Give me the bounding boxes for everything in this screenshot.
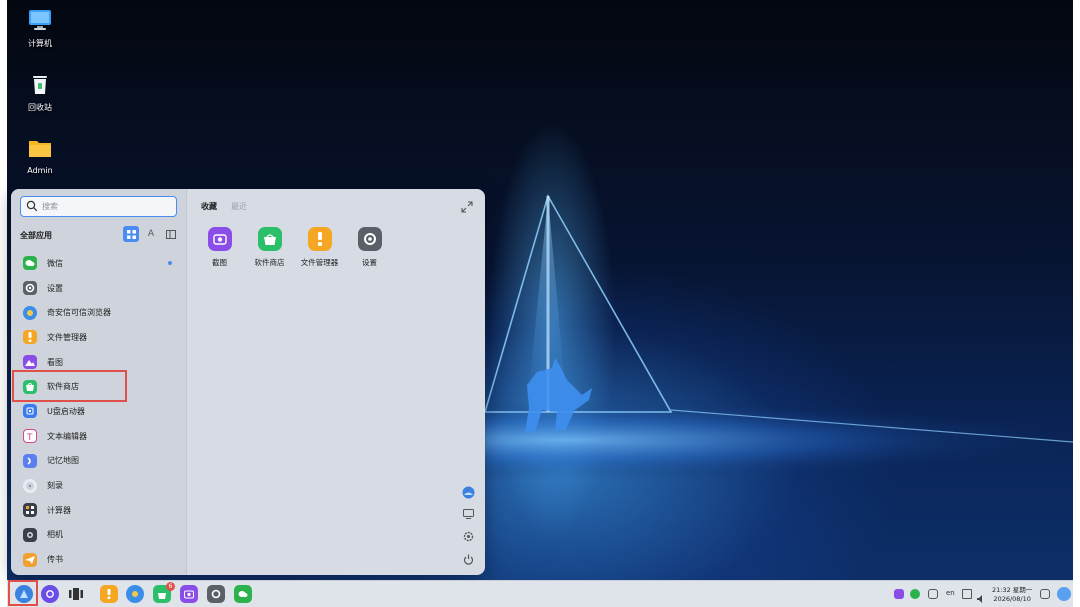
favorite-label: 截图 xyxy=(212,258,227,267)
software-store-icon xyxy=(257,227,282,251)
app-label: 文本编辑器 xyxy=(47,431,87,441)
notification-badge: 6 xyxy=(166,582,175,591)
camera-icon xyxy=(23,527,37,542)
tray-screenshot-icon[interactable] xyxy=(894,589,904,599)
taskbar: 6 en 21:32 星期一 2026/08/10 xyxy=(7,580,1073,607)
favorite-file-manager[interactable]: 文件管理器 xyxy=(301,227,338,268)
app-label: 奇安信可信浏览器 xyxy=(47,308,111,318)
usb-launcher-icon xyxy=(23,404,37,419)
app-item-usb-launcher[interactable]: U盘启动器 xyxy=(11,399,187,424)
text-editor-icon: T xyxy=(23,429,37,444)
tray-wechat-icon[interactable] xyxy=(910,589,920,599)
tray-clipboard-icon[interactable] xyxy=(928,589,938,599)
app-item-burner[interactable]: 刻录 xyxy=(11,473,187,498)
settings-icon[interactable] xyxy=(207,585,225,603)
search-input[interactable]: 搜索 xyxy=(20,196,177,217)
tab-favorites[interactable]: 收藏 xyxy=(201,201,217,212)
browser-icon xyxy=(23,305,37,320)
monitor-icon xyxy=(29,10,51,30)
all-apps-heading: 全部应用 xyxy=(20,231,52,240)
app-item-camera[interactable]: 相机 xyxy=(11,523,187,548)
desktop-icon-computer[interactable]: 计算机 xyxy=(10,8,70,49)
favorite-screenshot[interactable]: 截图 xyxy=(201,227,238,268)
favorites-grid: 截图 软件商店 文件管理器 设置 xyxy=(201,227,388,268)
tab-recent[interactable]: 最近 xyxy=(231,201,247,212)
file-manager-icon[interactable] xyxy=(100,585,118,603)
favorite-label: 文件管理器 xyxy=(300,258,339,267)
app-label: 文件管理器 xyxy=(47,332,87,342)
search-icon xyxy=(26,200,38,212)
app-list: 微信 设置 奇安信可信浏览器 文件管理器 看图 软件商店 U盘启动器 T 文本编… xyxy=(11,251,187,572)
software-store-icon[interactable]: 6 xyxy=(153,582,175,603)
app-label: 传书 xyxy=(47,555,63,565)
burner-icon xyxy=(23,478,37,493)
highlight-start-button xyxy=(8,580,38,606)
favorites-panel: 收藏 最近 截图 软件商店 文件管理器 设置 xyxy=(188,189,485,575)
new-app-dot xyxy=(168,261,172,265)
memory-map-icon xyxy=(23,453,37,468)
calculator-icon xyxy=(23,503,37,518)
transfer-icon xyxy=(23,552,37,567)
settings-gear-icon[interactable] xyxy=(461,529,475,543)
workspace-icon[interactable] xyxy=(67,585,85,603)
app-label: U盘启动器 xyxy=(47,406,85,416)
app-label: 计算器 xyxy=(47,505,71,515)
app-label: 设置 xyxy=(47,283,63,293)
file-manager-icon xyxy=(307,227,332,251)
power-icon[interactable] xyxy=(461,552,475,566)
user-avatar-icon[interactable] xyxy=(1057,587,1071,601)
screenshot-icon[interactable] xyxy=(180,585,198,603)
svg-text:T: T xyxy=(26,433,33,440)
app-item-transfer[interactable]: 传书 xyxy=(11,547,187,572)
multitask-icon[interactable] xyxy=(41,585,59,603)
search-placeholder: 搜索 xyxy=(42,202,58,211)
image-viewer-icon xyxy=(23,355,37,370)
settings-icon xyxy=(357,227,382,251)
app-item-browser[interactable]: 奇安信可信浏览器 xyxy=(11,300,187,325)
settings-icon xyxy=(23,281,37,296)
app-label: 微信 xyxy=(47,258,63,268)
app-label: 刻录 xyxy=(47,481,63,491)
input-method-indicator[interactable]: en xyxy=(946,589,955,597)
highlight-software-store xyxy=(12,370,127,402)
app-label: 相机 xyxy=(47,530,63,540)
display-icon[interactable] xyxy=(461,507,475,521)
favorite-settings[interactable]: 设置 xyxy=(351,227,388,268)
app-label: 记忆地图 xyxy=(47,456,79,466)
clock-time: 21:32 星期一 xyxy=(992,586,1033,594)
letter-sort-icon[interactable]: A xyxy=(143,226,159,242)
user-avatar-icon[interactable] xyxy=(461,485,475,499)
favorite-software-store[interactable]: 软件商店 xyxy=(251,227,288,268)
desktop-icon-admin-folder[interactable]: Admin xyxy=(10,136,70,175)
screenshot-icon xyxy=(207,227,232,251)
app-item-settings[interactable]: 设置 xyxy=(11,276,187,301)
desktop-icon-recycle-bin[interactable]: 回收站 xyxy=(10,72,70,113)
trash-icon xyxy=(33,76,47,94)
browser-icon[interactable] xyxy=(126,585,144,603)
folder-icon xyxy=(29,141,51,157)
app-item-memory-map[interactable]: 记忆地图 xyxy=(11,449,187,474)
clock[interactable]: 21:32 星期一 2026/08/10 xyxy=(992,586,1032,604)
app-label: 看图 xyxy=(47,357,63,367)
app-item-calculator[interactable]: 计算器 xyxy=(11,498,187,523)
app-item-file-manager[interactable]: 文件管理器 xyxy=(11,325,187,350)
app-item-wechat[interactable]: 微信 xyxy=(11,251,187,276)
wechat-icon xyxy=(23,256,37,271)
favorites-tabs: 收藏 最近 xyxy=(201,201,247,212)
tray-volume-icon[interactable] xyxy=(976,589,986,603)
favorite-label: 软件商店 xyxy=(254,258,285,267)
clock-date: 2026/08/10 xyxy=(993,595,1031,603)
category-view-icon[interactable] xyxy=(163,226,179,242)
favorite-label: 设置 xyxy=(362,258,377,267)
notification-center-icon[interactable] xyxy=(1040,589,1050,599)
app-item-text-editor[interactable]: T 文本编辑器 xyxy=(11,424,187,449)
view-toggles: A xyxy=(123,226,179,242)
grid-view-icon[interactable] xyxy=(123,226,139,242)
wechat-icon[interactable] xyxy=(234,585,252,603)
tray-network-icon[interactable] xyxy=(962,589,972,599)
file-manager-icon xyxy=(23,330,37,345)
expand-fullscreen-icon[interactable] xyxy=(461,201,473,213)
